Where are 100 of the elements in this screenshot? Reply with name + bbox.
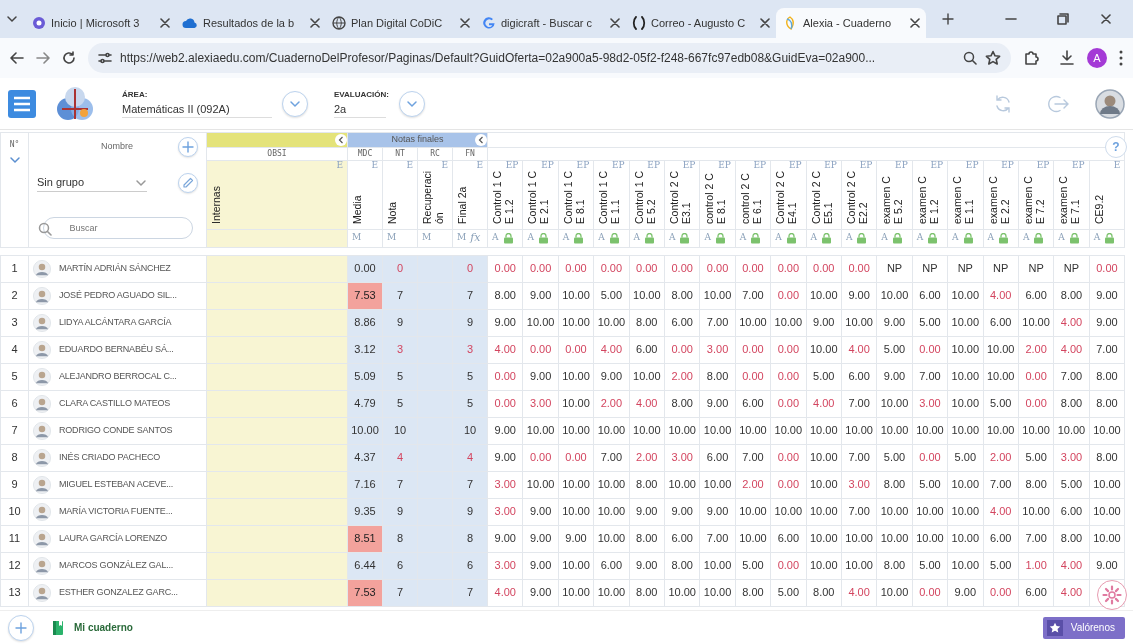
grade-cell[interactable]: 0.00 <box>522 444 559 471</box>
grade-cell[interactable]: 6.00 <box>735 390 771 417</box>
grade-cell[interactable]: 0.00 <box>912 579 948 606</box>
grade-cell[interactable]: 8.00 <box>629 309 665 336</box>
grade-cell[interactable]: 2.00 <box>1018 336 1054 363</box>
grade-cell[interactable]: 3.00 <box>699 336 736 363</box>
lock-icon[interactable] <box>1068 232 1080 244</box>
grade-cell[interactable]: 2.00 <box>629 444 665 471</box>
user-avatar[interactable] <box>1095 88 1125 119</box>
grade-cell[interactable]: 0.00 <box>558 336 594 363</box>
grade-cell[interactable]: 5.00 <box>1018 444 1054 471</box>
grade-cell[interactable]: 4.00 <box>593 336 630 363</box>
close-icon[interactable] <box>160 18 170 28</box>
grade-cell[interactable]: 0.00 <box>522 255 559 282</box>
collapse-icon[interactable] <box>475 134 488 146</box>
close-icon[interactable] <box>460 18 470 28</box>
grade-cell[interactable]: 10.00 <box>876 579 913 606</box>
grade-cell[interactable]: 9.00 <box>487 417 523 444</box>
grade-cell[interactable]: 10.00 <box>558 579 594 606</box>
grade-cell[interactable]: 9.00 <box>629 552 665 579</box>
group-select[interactable]: Sin grupo <box>37 174 147 192</box>
grade-cell[interactable]: 10.00 <box>735 525 771 552</box>
grade-cell[interactable]: 10.00 <box>664 417 700 444</box>
grade-cell[interactable]: 4.00 <box>1053 309 1090 336</box>
settings-button[interactable] <box>1097 580 1127 610</box>
lock-icon[interactable] <box>821 232 833 244</box>
field-value[interactable]: 2a <box>334 100 386 119</box>
grade-cell[interactable]: 5.00 <box>876 444 913 471</box>
grade-cell[interactable]: 10.00 <box>841 552 877 579</box>
grade-cell[interactable]: 8.00 <box>806 579 842 606</box>
grade-cell[interactable]: 10.00 <box>1018 498 1054 525</box>
close-icon[interactable] <box>610 18 620 28</box>
menu-icon[interactable] <box>1119 50 1123 66</box>
grade-cell[interactable]: NP <box>947 255 983 282</box>
grade-cell[interactable]: 6.00 <box>841 363 877 390</box>
grade-cell[interactable]: 10.00 <box>806 444 842 471</box>
grade-cell[interactable]: NP <box>983 255 1019 282</box>
edit-button[interactable] <box>178 173 198 193</box>
grade-cell[interactable]: 10.00 <box>770 309 807 336</box>
grade-cell[interactable]: 10.00 <box>806 282 842 309</box>
grade-cell[interactable]: 8.00 <box>1089 363 1125 390</box>
grade-cell[interactable]: 4.00 <box>487 579 523 606</box>
grade-cell[interactable]: 9.00 <box>522 363 559 390</box>
grade-cell[interactable]: 7.00 <box>912 363 948 390</box>
grade-cell[interactable]: 4.00 <box>983 282 1019 309</box>
grade-cell[interactable]: 10.00 <box>806 417 842 444</box>
grade-cell[interactable]: 10.00 <box>770 417 807 444</box>
grade-cell[interactable]: 5.00 <box>947 444 983 471</box>
grade-cell[interactable]: 10.00 <box>983 363 1019 390</box>
grade-cell[interactable]: 0.00 <box>487 363 523 390</box>
grade-cell[interactable]: 10.00 <box>876 417 913 444</box>
grade-cell[interactable]: 0.00 <box>770 282 807 309</box>
tab-search-button[interactable] <box>6 13 18 25</box>
grade-cell[interactable]: 10.00 <box>629 417 665 444</box>
grade-cell[interactable]: 0.00 <box>735 255 771 282</box>
grade-cell[interactable]: 10.00 <box>947 390 983 417</box>
add-button[interactable] <box>8 614 34 641</box>
grade-cell[interactable]: 10.00 <box>593 498 630 525</box>
grade-cell[interactable]: 8.00 <box>876 552 913 579</box>
grade-cell[interactable]: 6.00 <box>983 525 1019 552</box>
grade-cell[interactable]: 10.00 <box>947 552 983 579</box>
address-bar[interactable]: https://web2.alexiaedu.com/CuadernoDelProfesor/Paginas/Default?GuidOferta=02a900a5-98d2-05f2-f248-667fc97edb08&GuidEva=02a900... <box>88 43 1011 73</box>
grade-cell[interactable]: 9.00 <box>699 498 736 525</box>
grade-cell[interactable]: 0.00 <box>664 255 700 282</box>
grade-cell[interactable]: 3.00 <box>487 471 523 498</box>
menu-button[interactable] <box>8 89 36 118</box>
grade-cell[interactable]: 10.00 <box>947 282 983 309</box>
grade-cell[interactable]: 10.00 <box>912 525 948 552</box>
logout-icon[interactable] <box>1047 93 1069 114</box>
grade-cell[interactable]: 10.00 <box>699 417 736 444</box>
zoom-icon[interactable] <box>963 51 977 65</box>
grade-cell[interactable]: 10.00 <box>806 471 842 498</box>
grade-cell[interactable]: 0.00 <box>806 255 842 282</box>
grade-cell[interactable]: 10.00 <box>664 471 700 498</box>
grade-cell[interactable]: 9.00 <box>522 579 559 606</box>
grade-cell[interactable]: 9.00 <box>487 525 523 552</box>
grade-cell[interactable]: 8.00 <box>1053 282 1090 309</box>
grade-cell[interactable]: 10.00 <box>558 363 594 390</box>
grade-cell[interactable]: 3.00 <box>487 498 523 525</box>
grade-cell[interactable]: 10.00 <box>558 552 594 579</box>
grade-cell[interactable]: 10.00 <box>876 498 913 525</box>
grade-cell[interactable]: 10.00 <box>558 309 594 336</box>
grade-cell[interactable]: 0.00 <box>841 255 877 282</box>
grade-cell[interactable]: 6.00 <box>912 282 948 309</box>
grade-cell[interactable]: 9.00 <box>664 498 700 525</box>
grade-cell[interactable]: 7.00 <box>841 498 877 525</box>
grade-cell[interactable]: 10.00 <box>699 471 736 498</box>
grade-cell[interactable]: 10.00 <box>806 552 842 579</box>
grade-cell[interactable]: 1.00 <box>1018 552 1054 579</box>
grade-cell[interactable]: 10.00 <box>629 282 665 309</box>
grade-cell[interactable]: 7.00 <box>841 390 877 417</box>
grade-cell[interactable]: 9.00 <box>947 579 983 606</box>
browser-tab[interactable]: Resultados de la b <box>176 8 326 38</box>
grade-cell[interactable]: 8.00 <box>629 471 665 498</box>
grade-cell[interactable]: 10.00 <box>699 579 736 606</box>
grade-cell[interactable]: 0.00 <box>770 255 807 282</box>
grade-cell[interactable]: 8.00 <box>664 552 700 579</box>
grade-cell[interactable]: 10.00 <box>593 471 630 498</box>
grade-cell[interactable]: 0.00 <box>558 255 594 282</box>
grade-cell[interactable]: 2.00 <box>593 390 630 417</box>
